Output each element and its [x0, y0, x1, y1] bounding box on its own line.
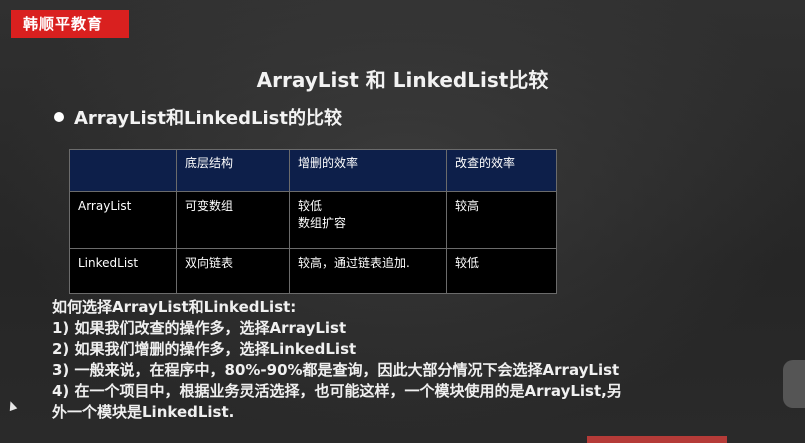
slide: 韩顺平教育 ArrayList 和 LinkedList比较 ArrayList…: [0, 0, 805, 443]
bullet-dot-icon: [54, 112, 64, 122]
note-line: 3) 一般来说，在程序中，80%-90%都是查询，因此大部分情况下会选择Arra…: [52, 361, 620, 379]
taskbar-strip: [587, 436, 727, 443]
table-row: ArrayList 可变数组 较低 数组扩容 较高: [69, 191, 557, 249]
slide-title: ArrayList 和 LinkedList比较: [256, 68, 549, 92]
table-header-cell: [69, 149, 177, 192]
side-panel-tab[interactable]: [783, 360, 805, 408]
table-header-cell: 底层结构: [176, 149, 290, 192]
table-cell: 较低: [446, 248, 557, 294]
bullet-heading: ArrayList和LinkedList的比较: [54, 104, 342, 130]
table-cell: 较高，通过链表追加.: [289, 248, 447, 294]
note-line: 外一个模块是LinkedList.: [52, 403, 235, 421]
table-header-cell: 增删的效率: [289, 149, 447, 192]
note-line: 如何选择ArrayList和LinkedList:: [52, 298, 297, 316]
bullet-text: ArrayList和LinkedList的比较: [74, 108, 342, 129]
table-row: LinkedList 双向链表 较高，通过链表追加. 较低: [69, 248, 557, 294]
table-cell: ArrayList: [69, 191, 177, 249]
note-line: 1) 如果我们改查的操作多，选择ArrayList: [52, 319, 347, 337]
table-cell-line: 较低: [298, 199, 323, 213]
brand-logo: 韩顺平教育: [11, 10, 129, 38]
mouse-cursor-icon: [6, 399, 18, 412]
table-cell-line: 数组扩容: [298, 216, 347, 230]
selection-notes: 如何选择ArrayList和LinkedList: 1) 如果我们改查的操作多，…: [52, 297, 622, 423]
table-cell: 双向链表: [176, 248, 290, 294]
table-cell: 可变数组: [176, 191, 290, 249]
table-header-row: 底层结构 增删的效率 改查的效率: [69, 149, 557, 192]
table-cell: 较高: [446, 191, 557, 249]
table-header-cell: 改查的效率: [446, 149, 557, 192]
table-cell: 较低 数组扩容: [289, 191, 447, 249]
table-cell: LinkedList: [69, 248, 177, 294]
comparison-table: 底层结构 增删的效率 改查的效率 ArrayList 可变数组 较低 数组扩容 …: [69, 149, 557, 294]
note-line: 2) 如果我们增删的操作多，选择LinkedList: [52, 340, 357, 358]
note-line: 4) 在一个项目中，根据业务灵活选择，也可能这样，一个模块使用的是ArrayLi…: [52, 382, 622, 400]
